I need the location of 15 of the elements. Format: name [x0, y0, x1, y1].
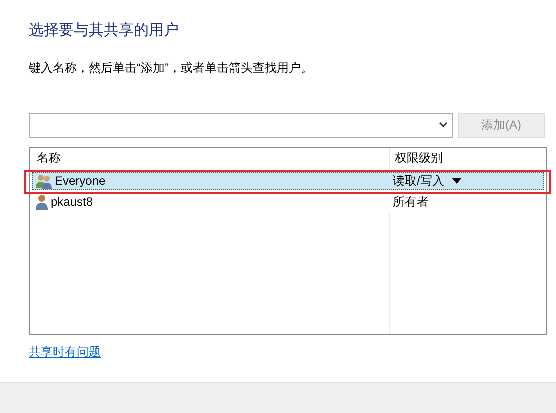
column-header[interactable]: 权限级别	[390, 148, 546, 168]
permission-level: 读取/写入	[393, 172, 444, 190]
dialog-title: 选择要与其共享的用户	[29, 21, 180, 41]
dropdown-arrow-icon[interactable]	[452, 178, 462, 184]
chevron-down-icon[interactable]	[439, 122, 448, 128]
instruction-text: 键入名称，然后单击“添加”，或者单击箭头查找用户。	[29, 60, 314, 76]
users-icon	[36, 172, 52, 188]
permission-level: 所有者	[393, 194, 429, 210]
user-name: Everyone	[55, 172, 106, 190]
help-link[interactable]: 共享时有问题	[29, 342, 101, 360]
user-name: pkaust8	[51, 194, 94, 210]
user-row[interactable]: pkaust8 所有者	[32, 192, 544, 210]
user-icon	[36, 194, 48, 210]
user-row[interactable]: Everyone 读取/写入	[32, 172, 544, 190]
column-header[interactable]: 名称	[30, 148, 390, 168]
